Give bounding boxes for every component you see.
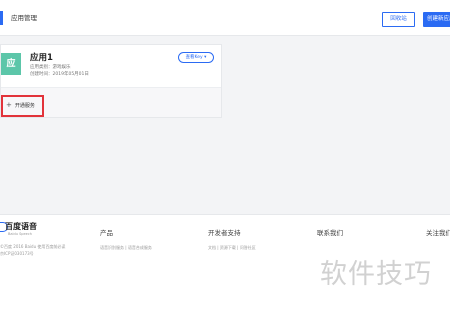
footer-col-developer-links[interactable]: 文档 | 资源下载 | 问答社区 [208,245,256,251]
footer-logo-subtext: Baidu Speech [8,232,32,236]
open-service-label: 开通服务 [14,103,35,109]
top-bar: 应用管理 回收站 创建新应用 [0,0,450,36]
title-accent-bar [0,11,3,25]
app-card-main: 应 应用1 应用类别：游戏娱乐 创建时间：2019年05月01日 查看Key ▾ [1,45,221,87]
app-category: 应用类别：游戏娱乐 [30,65,71,70]
view-api-key-button[interactable]: 查看Key ▾ [178,52,214,63]
app-icon: 应 [1,53,21,75]
footer-col-products-title: 产品 [100,229,113,237]
footer-col-developer-title: 开发者支持 [208,229,241,237]
watermark: 软件技巧 [320,259,432,290]
page-title: 应用管理 [11,14,37,22]
footer-copyright: ©百度 2016 Baidu 使用百度前必读 [0,244,66,249]
app-card: 应 应用1 应用类别：游戏娱乐 创建时间：2019年05月01日 查看Key ▾… [0,44,222,118]
footer-col-contact-title[interactable]: 联系我们 [317,227,343,237]
app-name[interactable]: 应用1 [30,51,53,63]
recycle-bin-button[interactable]: 回收站 [382,12,415,27]
footer-col-products-links[interactable]: 语音识别服务 | 语音合成服务 [100,245,152,251]
open-service-button[interactable]: + 开通服务 [6,99,40,112]
footer-logo-text[interactable]: 百度语音 [5,221,37,232]
app-created-date: 创建时间：2019年05月01日 [30,72,89,77]
footer-col-follow-title[interactable]: 关注我们 [426,227,450,237]
create-app-button[interactable]: 创建新应用 [423,12,450,27]
plus-icon: + [6,101,12,109]
footer-icp: 京ICP证030173号 [0,251,34,256]
